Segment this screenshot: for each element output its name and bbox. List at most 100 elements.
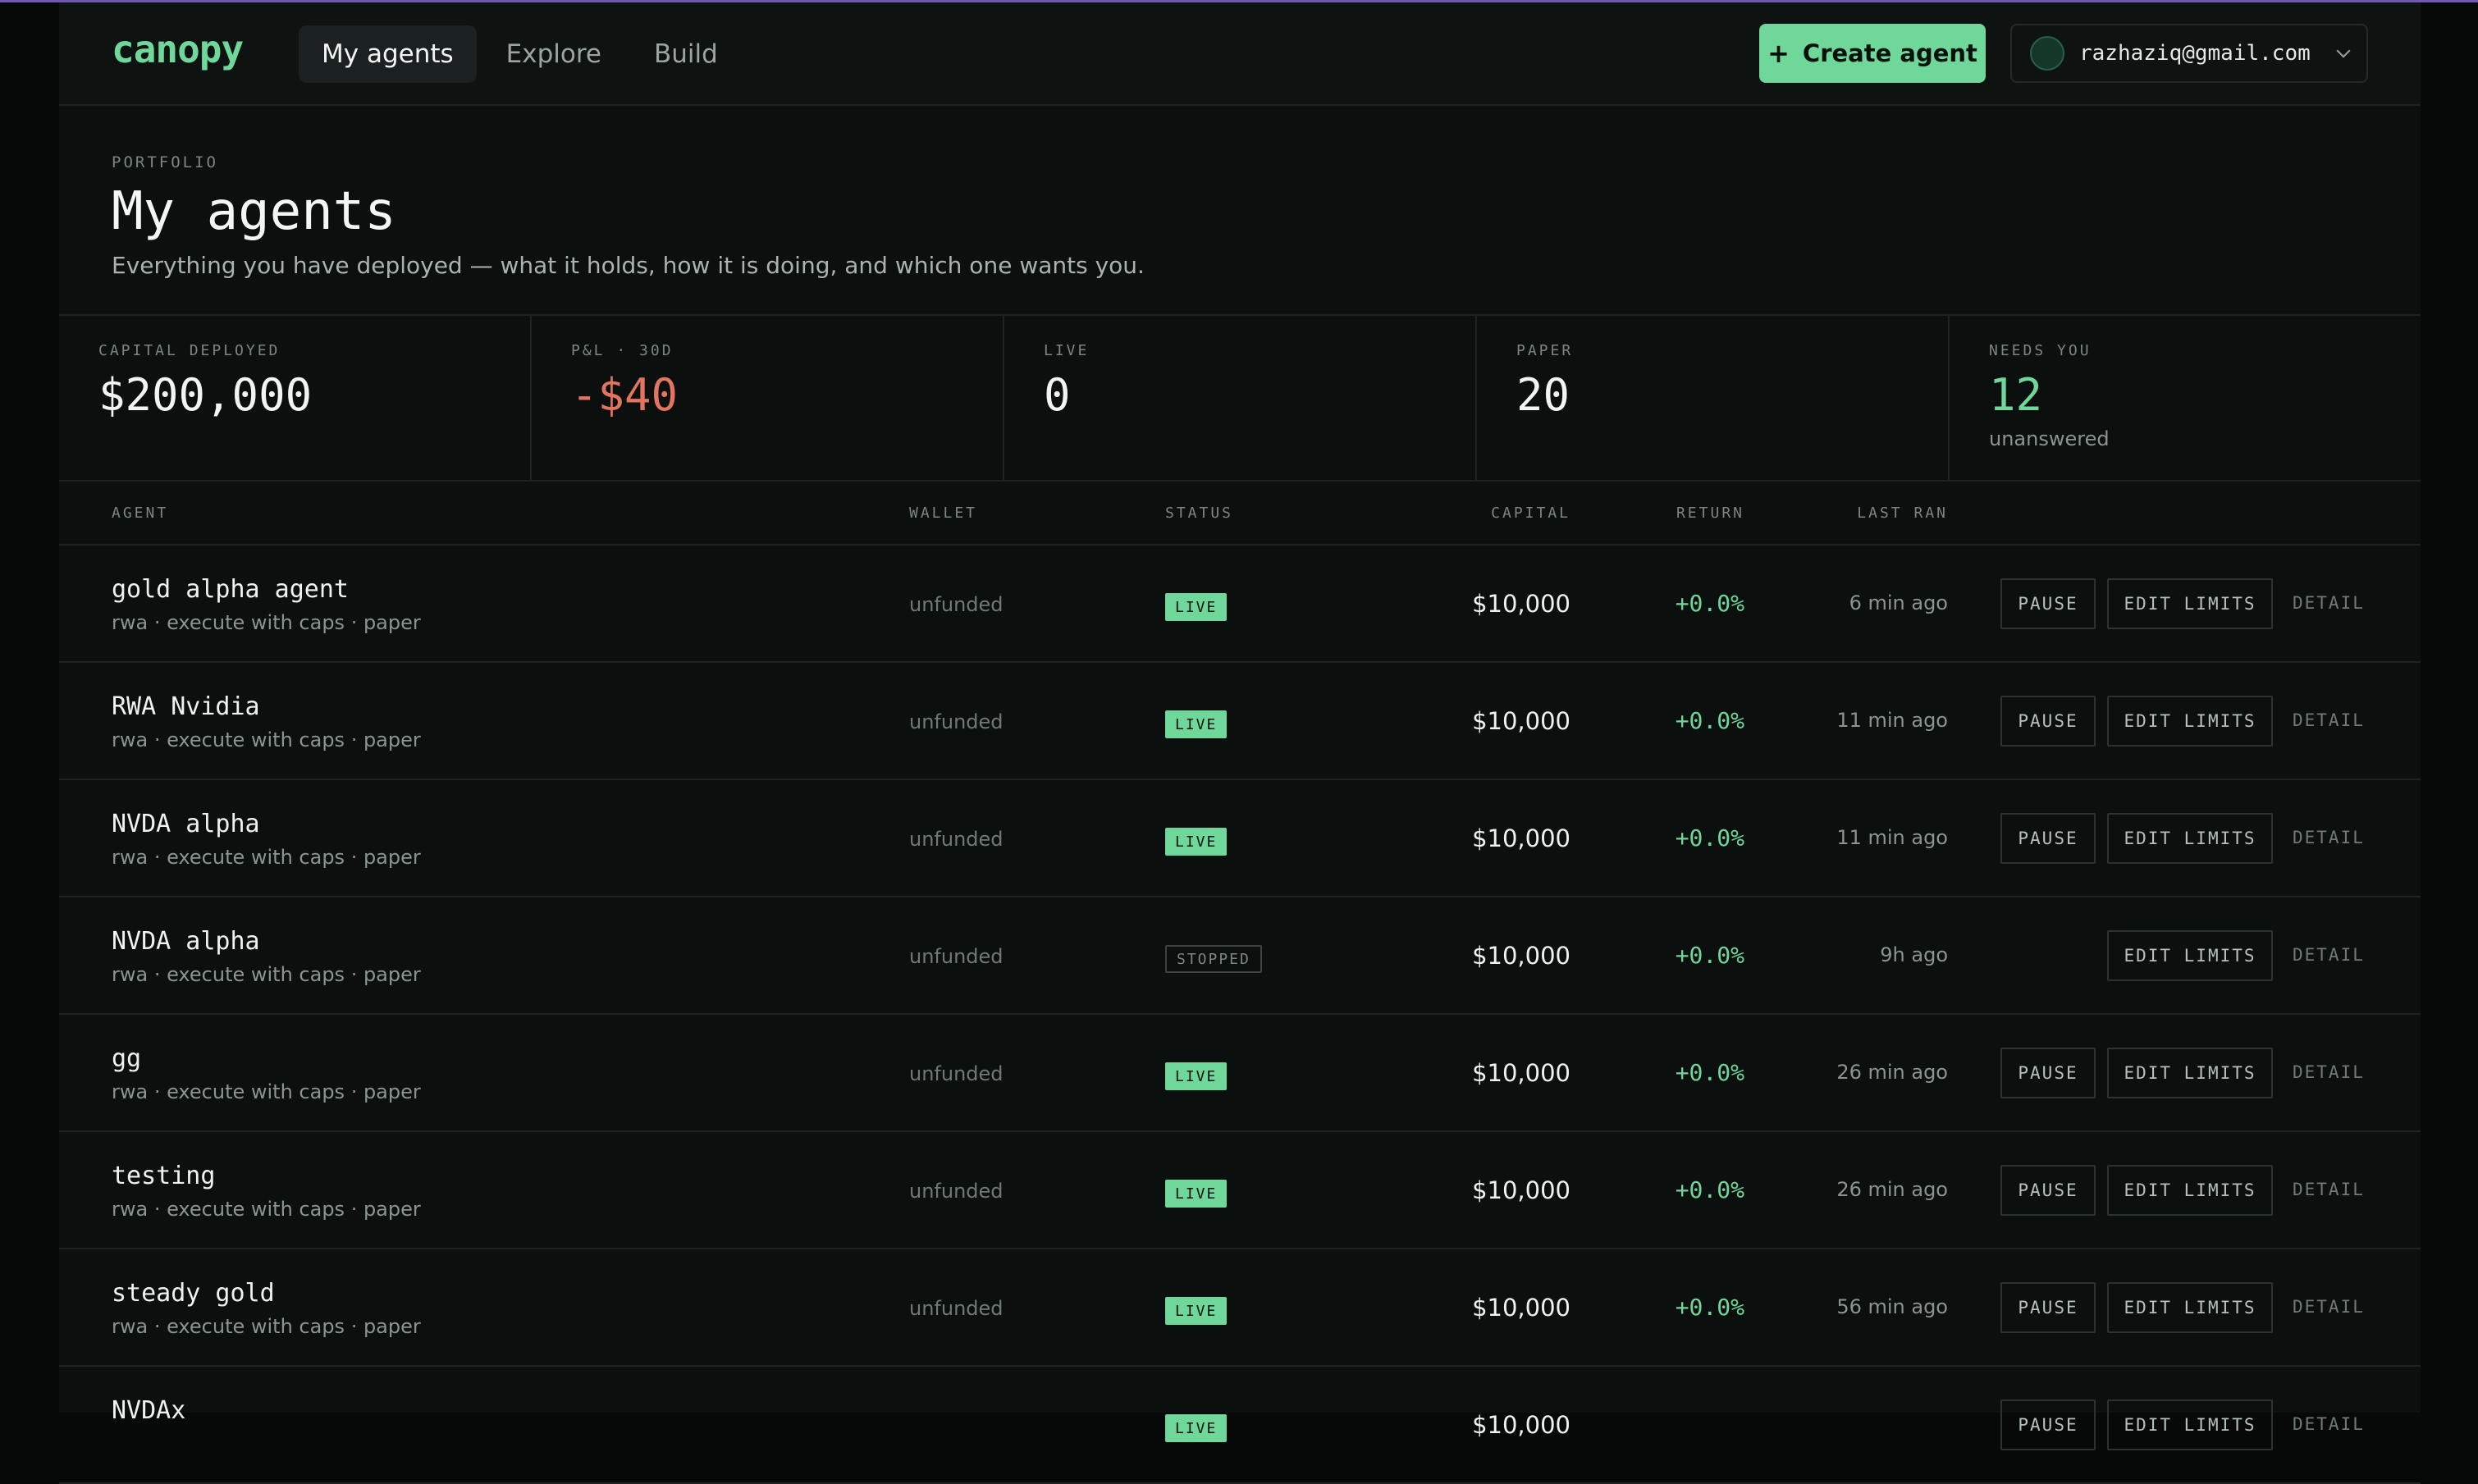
detail-link[interactable]: DETAIL: [2293, 710, 2365, 730]
edit-limits-button[interactable]: EDIT LIMITS: [2107, 930, 2273, 981]
agents-table-body: gold alpha agent rwa · execute with caps …: [59, 546, 2421, 1484]
table-header: AGENT WALLET STATUS CAPITAL RETURN LAST …: [59, 482, 2421, 546]
edit-limits-button[interactable]: EDIT LIMITS: [2107, 1282, 2273, 1333]
edit-limits-button[interactable]: EDIT LIMITS: [2107, 578, 2273, 629]
status-badge: LIVE: [1165, 828, 1228, 856]
capital-value: $10,000: [1472, 942, 1570, 970]
stat-value: -$40: [571, 369, 679, 421]
detail-link[interactable]: DETAIL: [2293, 1297, 2365, 1317]
stat-value: $200,000: [98, 369, 313, 421]
agent-name[interactable]: gg: [112, 1044, 141, 1073]
page-intro: PORTFOLIO My agents Everything you have …: [59, 106, 2421, 316]
plus-icon: +: [1767, 38, 1790, 69]
column-header-wallet: WALLET: [909, 505, 978, 522]
agent-name[interactable]: testing: [112, 1162, 215, 1190]
pause-button[interactable]: PAUSE: [2000, 1048, 2096, 1098]
capital-value: $10,000: [1472, 1294, 1570, 1322]
app-frame: canopy My agents Explore Build + Create …: [59, 2, 2421, 1484]
agent-name[interactable]: NVDA alpha: [112, 810, 260, 838]
page-title: My agents: [112, 181, 396, 242]
edit-limits-button[interactable]: EDIT LIMITS: [2107, 1048, 2273, 1098]
nav-explore[interactable]: Explore: [483, 25, 624, 83]
agent-meta: rwa · execute with caps · paper: [112, 1198, 421, 1221]
last-ran-time: 56 min ago: [1836, 1295, 1948, 1318]
chevron-down-icon: [2336, 43, 2351, 58]
edit-limits-button[interactable]: EDIT LIMITS: [2107, 813, 2273, 864]
top-nav-bar: canopy My agents Explore Build + Create …: [59, 2, 2421, 106]
user-email: razhaziq@gmail.com: [2079, 41, 2311, 66]
pause-button[interactable]: PAUSE: [2000, 1282, 2096, 1333]
detail-link[interactable]: DETAIL: [2293, 1414, 2365, 1434]
stat-note: unanswered: [1989, 427, 2110, 450]
table-row[interactable]: gold alpha agent rwa · execute with caps …: [59, 546, 2421, 663]
edit-limits-button[interactable]: EDIT LIMITS: [2107, 696, 2273, 747]
wallet-status: unfunded: [909, 828, 1004, 851]
column-header-capital: CAPITAL: [1491, 505, 1570, 522]
return-value: +0.0%: [1675, 1059, 1744, 1086]
last-ran-time: 11 min ago: [1836, 826, 1948, 849]
detail-link[interactable]: DETAIL: [2293, 593, 2365, 613]
stat-label: LIVE: [1044, 342, 1090, 359]
wallet-status: unfunded: [909, 593, 1004, 616]
stat-live: LIVE 0: [1004, 316, 1477, 480]
create-agent-button[interactable]: + Create agent: [1759, 24, 1986, 83]
agent-name[interactable]: NVDAx: [112, 1396, 185, 1425]
nav-my-agents[interactable]: My agents: [299, 25, 477, 83]
agent-meta: rwa · execute with caps · paper: [112, 846, 421, 869]
pause-button[interactable]: PAUSE: [2000, 1165, 2096, 1216]
capital-value: $10,000: [1472, 1176, 1570, 1204]
last-ran-time: 6 min ago: [1849, 591, 1948, 614]
detail-link[interactable]: DETAIL: [2293, 1062, 2365, 1082]
wallet-status: unfunded: [909, 710, 1004, 733]
last-ran-time: 26 min ago: [1836, 1178, 1948, 1201]
last-ran-time: 26 min ago: [1836, 1061, 1948, 1084]
return-value: +0.0%: [1675, 707, 1744, 734]
table-row[interactable]: steady gold rwa · execute with caps · pap…: [59, 1249, 2421, 1367]
wallet-status: unfunded: [909, 1180, 1004, 1203]
return-value: +0.0%: [1675, 942, 1744, 969]
stat-paper: PAPER 20: [1477, 316, 1950, 480]
detail-link[interactable]: DETAIL: [2293, 828, 2365, 847]
nav-build[interactable]: Build: [631, 25, 741, 83]
table-row[interactable]: NVDA alpha rwa · execute with caps · pape…: [59, 897, 2421, 1015]
return-value: +0.0%: [1675, 590, 1744, 617]
stat-value: 0: [1044, 369, 1071, 421]
pause-button[interactable]: PAUSE: [2000, 813, 2096, 864]
edit-limits-button[interactable]: EDIT LIMITS: [2107, 1165, 2273, 1216]
pause-button[interactable]: PAUSE: [2000, 1400, 2096, 1450]
pause-button[interactable]: PAUSE: [2000, 578, 2096, 629]
table-row[interactable]: NVDAx LIVE $10,000 PAUSE EDIT LIMITS DETAIL: [59, 1367, 2421, 1484]
agent-name[interactable]: gold alpha agent: [112, 575, 349, 604]
table-row[interactable]: testing rwa · execute with caps · paper un…: [59, 1132, 2421, 1249]
avatar: [2030, 36, 2064, 71]
status-badge: LIVE: [1165, 710, 1228, 738]
table-row[interactable]: RWA Nvidia rwa · execute with caps · pape…: [59, 663, 2421, 780]
status-badge: LIVE: [1165, 1297, 1228, 1325]
detail-link[interactable]: DETAIL: [2293, 1180, 2365, 1199]
main-nav: My agents Explore Build: [299, 25, 741, 83]
page-subtitle: Everything you have deployed — what it h…: [112, 252, 1145, 279]
capital-value: $10,000: [1472, 707, 1570, 735]
column-header-status: STATUS: [1165, 505, 1234, 522]
column-header-agent: AGENT: [112, 505, 169, 522]
capital-value: $10,000: [1472, 1411, 1570, 1439]
user-menu-button[interactable]: razhaziq@gmail.com: [2010, 24, 2368, 83]
wallet-status: unfunded: [909, 1062, 1004, 1085]
table-row[interactable]: NVDA alpha rwa · execute with caps · pape…: [59, 780, 2421, 897]
agent-name[interactable]: NVDA alpha: [112, 927, 260, 956]
capital-value: $10,000: [1472, 824, 1570, 852]
last-ran-time: 9h ago: [1880, 943, 1948, 966]
table-row[interactable]: gg rwa · execute with caps · paper unfunde…: [59, 1015, 2421, 1132]
stat-needs-you[interactable]: NEEDS YOU 12 unanswered: [1950, 316, 2421, 480]
column-header-last-ran: LAST RAN: [1857, 505, 1948, 522]
agent-meta: rwa · execute with caps · paper: [112, 1315, 421, 1338]
status-badge: LIVE: [1165, 593, 1228, 621]
stat-capital-deployed: CAPITAL DEPLOYED $200,000: [59, 316, 532, 480]
stat-value: 20: [1516, 369, 1570, 421]
agent-name[interactable]: RWA Nvidia: [112, 692, 260, 721]
agent-name[interactable]: steady gold: [112, 1279, 275, 1308]
canopy-logo[interactable]: canopy: [112, 27, 244, 71]
pause-button[interactable]: PAUSE: [2000, 696, 2096, 747]
detail-link[interactable]: DETAIL: [2293, 945, 2365, 965]
edit-limits-button[interactable]: EDIT LIMITS: [2107, 1400, 2273, 1450]
